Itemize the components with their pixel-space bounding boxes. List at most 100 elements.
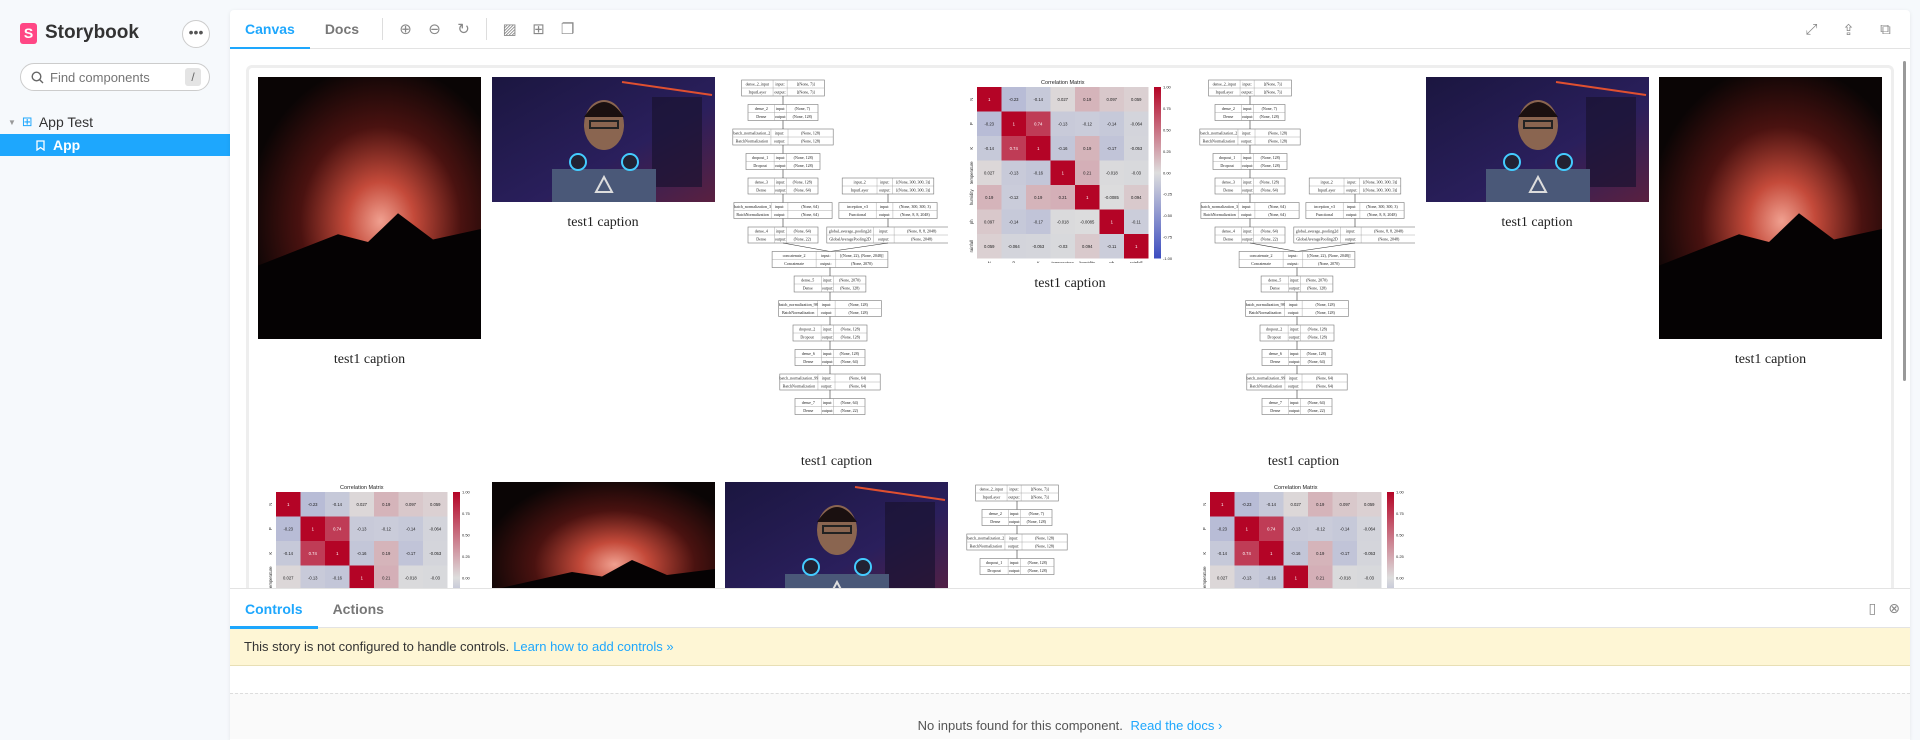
search-box[interactable]: / [20,63,210,91]
correlation-heatmap-image: Correlation Matrix 1 -0.23 -0.14 0.027 0.19 0.… [958,77,1182,268]
outline-icon[interactable]: ❐ [553,20,582,38]
zoom-reset-icon[interactable]: ↻ [449,20,478,38]
heatmap-cell-label: -0.018 [1105,170,1118,175]
bookmark-icon [36,139,45,151]
svg-text:output:: output: [879,212,890,217]
svg-text:output:: output: [822,408,833,413]
svg-text:output:: output: [774,212,785,217]
y-tick-label: N [268,503,273,506]
canvas-scrollbar[interactable] [1903,61,1906,381]
storybook-logo[interactable]: S Storybook [20,22,139,44]
grid-icon[interactable]: ⊞ [524,20,553,38]
tab-actions[interactable]: Actions [318,589,399,628]
heatmap-cell-label: -0.13 [1242,575,1252,580]
colorbar-tick: -0.25 [1163,192,1173,197]
svg-text:Functional: Functional [1316,212,1334,217]
svg-text:Dense: Dense [1223,188,1233,193]
zoom-in-icon[interactable]: ⊕ [391,20,420,38]
search-input[interactable] [50,69,170,85]
colorbar-tick: 1.00 [462,490,471,495]
heatmap-cell-label: -0.14 [1266,502,1276,507]
tab-canvas[interactable]: Canvas [230,10,310,50]
model-layer-box: input_2InputLayerinput:output:[(None, 30… [1308,177,1402,195]
divider [486,18,488,40]
heatmap-cell-label: 0.094 [1131,195,1142,200]
heatmap-cell-label: -0.11 [1131,219,1141,224]
sidebar-item-app[interactable]: App [0,134,230,156]
heatmap-cell-label: -0.13 [357,526,367,531]
share-icon[interactable]: ⇪ [1834,21,1863,39]
svg-text:BatchNormalization: BatchNormalization [1203,139,1235,144]
heatmap-cell-label: 0.097 [984,219,995,224]
background-icon[interactable]: ▨ [495,20,524,38]
story-canvas: test1 caption test1 caption dense_2_input I… [230,49,1910,588]
empty-text: No inputs found for this component. [917,718,1123,733]
colorbar [1387,492,1394,588]
colorbar-tick: 0.50 [1396,532,1405,537]
svg-text:dense_2_input: dense_2_input [979,487,1003,492]
svg-text:input_2: input_2 [1320,180,1332,185]
svg-text:Dense: Dense [1270,286,1280,291]
svg-text:batch_normalization_98: batch_normalization_98 [779,302,818,307]
search-shortcut: / [185,68,201,86]
sunset-photo [1659,77,1882,339]
person-photo [1425,77,1649,202]
heatmap-cell-label: -0.23 [1217,526,1227,531]
model-layer-box: dense_2_inputInputLayerinput:output:[(No… [974,484,1059,502]
model-layer-box: dense_6Denseinput:output:(None, 128)(Non… [1261,349,1333,366]
heatmap-cell-label: -0.17 [1033,219,1043,224]
y-tick-label: temperature [1202,566,1207,588]
colorbar-tick: -0.75 [1163,235,1173,240]
colorbar-tick: 0.25 [1163,149,1172,154]
image-caption: test1 caption [1734,352,1807,367]
image-caption: test1 caption [1267,454,1340,469]
y-tick-label: temperature [969,161,974,184]
svg-text:input:: input: [1288,253,1297,258]
heatmap-cell-label: 0.094 [1082,244,1093,249]
copy-icon[interactable]: ⧉ [1871,21,1900,38]
sidebar-group-app-test[interactable]: ▼ ⊞ App Test [8,114,93,130]
svg-text:input:: input: [1346,229,1355,234]
model-diagram-image: dense_2_input InputLayer input: output: [(No… [1192,77,1415,446]
y-tick-label: N [969,98,974,101]
tab-controls[interactable]: Controls [230,589,318,629]
y-tick-label: temperature [268,566,273,588]
heatmap-cell-label: -0.064 [1007,244,1020,249]
svg-text:output:: output: [775,237,786,242]
y-tick-label: P [268,527,273,530]
model-layer-box: dropout_2Dropoutinput:output:(None, 128)… [792,324,868,342]
model-layer-box: dropout_2Dropoutinput:output:(None, 128)… [1259,324,1335,342]
svg-text:output:: output: [1346,188,1357,193]
heatmap-cell-label: -0.16 [332,575,342,580]
learn-controls-link[interactable]: Learn how to add controls » [513,639,673,654]
heatmap-cell-label: 0.097 [1340,502,1351,507]
heatmap-cell-label: 0.027 [1291,502,1302,507]
heatmap-cell-label: 0.74 [1267,526,1276,531]
model-layer-box: batch_normalization_3 BatchNormalization i… [1200,202,1300,219]
fullscreen-icon[interactable]: ⤢ [1797,21,1826,38]
svg-text:input:: input: [879,229,888,234]
model-layer-box: dense_3Denseinput:output:(None, 128)(Non… [1214,177,1286,195]
svg-text:dense_6: dense_6 [802,351,815,356]
model-layer-box: global_average_pooling2d GlobalAveragePoo… [826,226,948,244]
svg-text:output:: output: [774,90,785,95]
svg-text:Dense: Dense [803,359,813,364]
svg-text:Dense: Dense [990,519,1000,524]
caret-down-icon: ▼ [8,117,16,127]
svg-text:output:: output: [1242,237,1253,242]
zoom-out-icon[interactable]: ⊖ [420,20,449,38]
more-options-button[interactable]: ••• [182,20,210,48]
colorbar-tick: 0.50 [1163,127,1172,132]
correlation-heatmap-image: Correlation Matrix 1 -0.23 -0.14 0.027 0.19 0.… [258,482,481,588]
svg-text:input:: input: [775,82,784,87]
read-docs-link[interactable]: Read the docs › [1131,718,1223,733]
svg-text:input:: input: [776,229,785,234]
svg-text:batch_normalization_2: batch_normalization_2 [733,131,770,136]
svg-text:input:: input: [776,155,785,160]
close-panel-icon[interactable]: ⊗ [1888,600,1900,617]
panel-orientation-icon[interactable]: ▯ [1869,600,1877,617]
heatmap-cell-label: 0.19 [1316,502,1325,507]
tab-docs[interactable]: Docs [310,10,374,49]
model-layer-box: input_2InputLayerinput:output:[(None, 30… [841,177,935,195]
svg-text:BatchNormalization: BatchNormalization [736,212,768,217]
